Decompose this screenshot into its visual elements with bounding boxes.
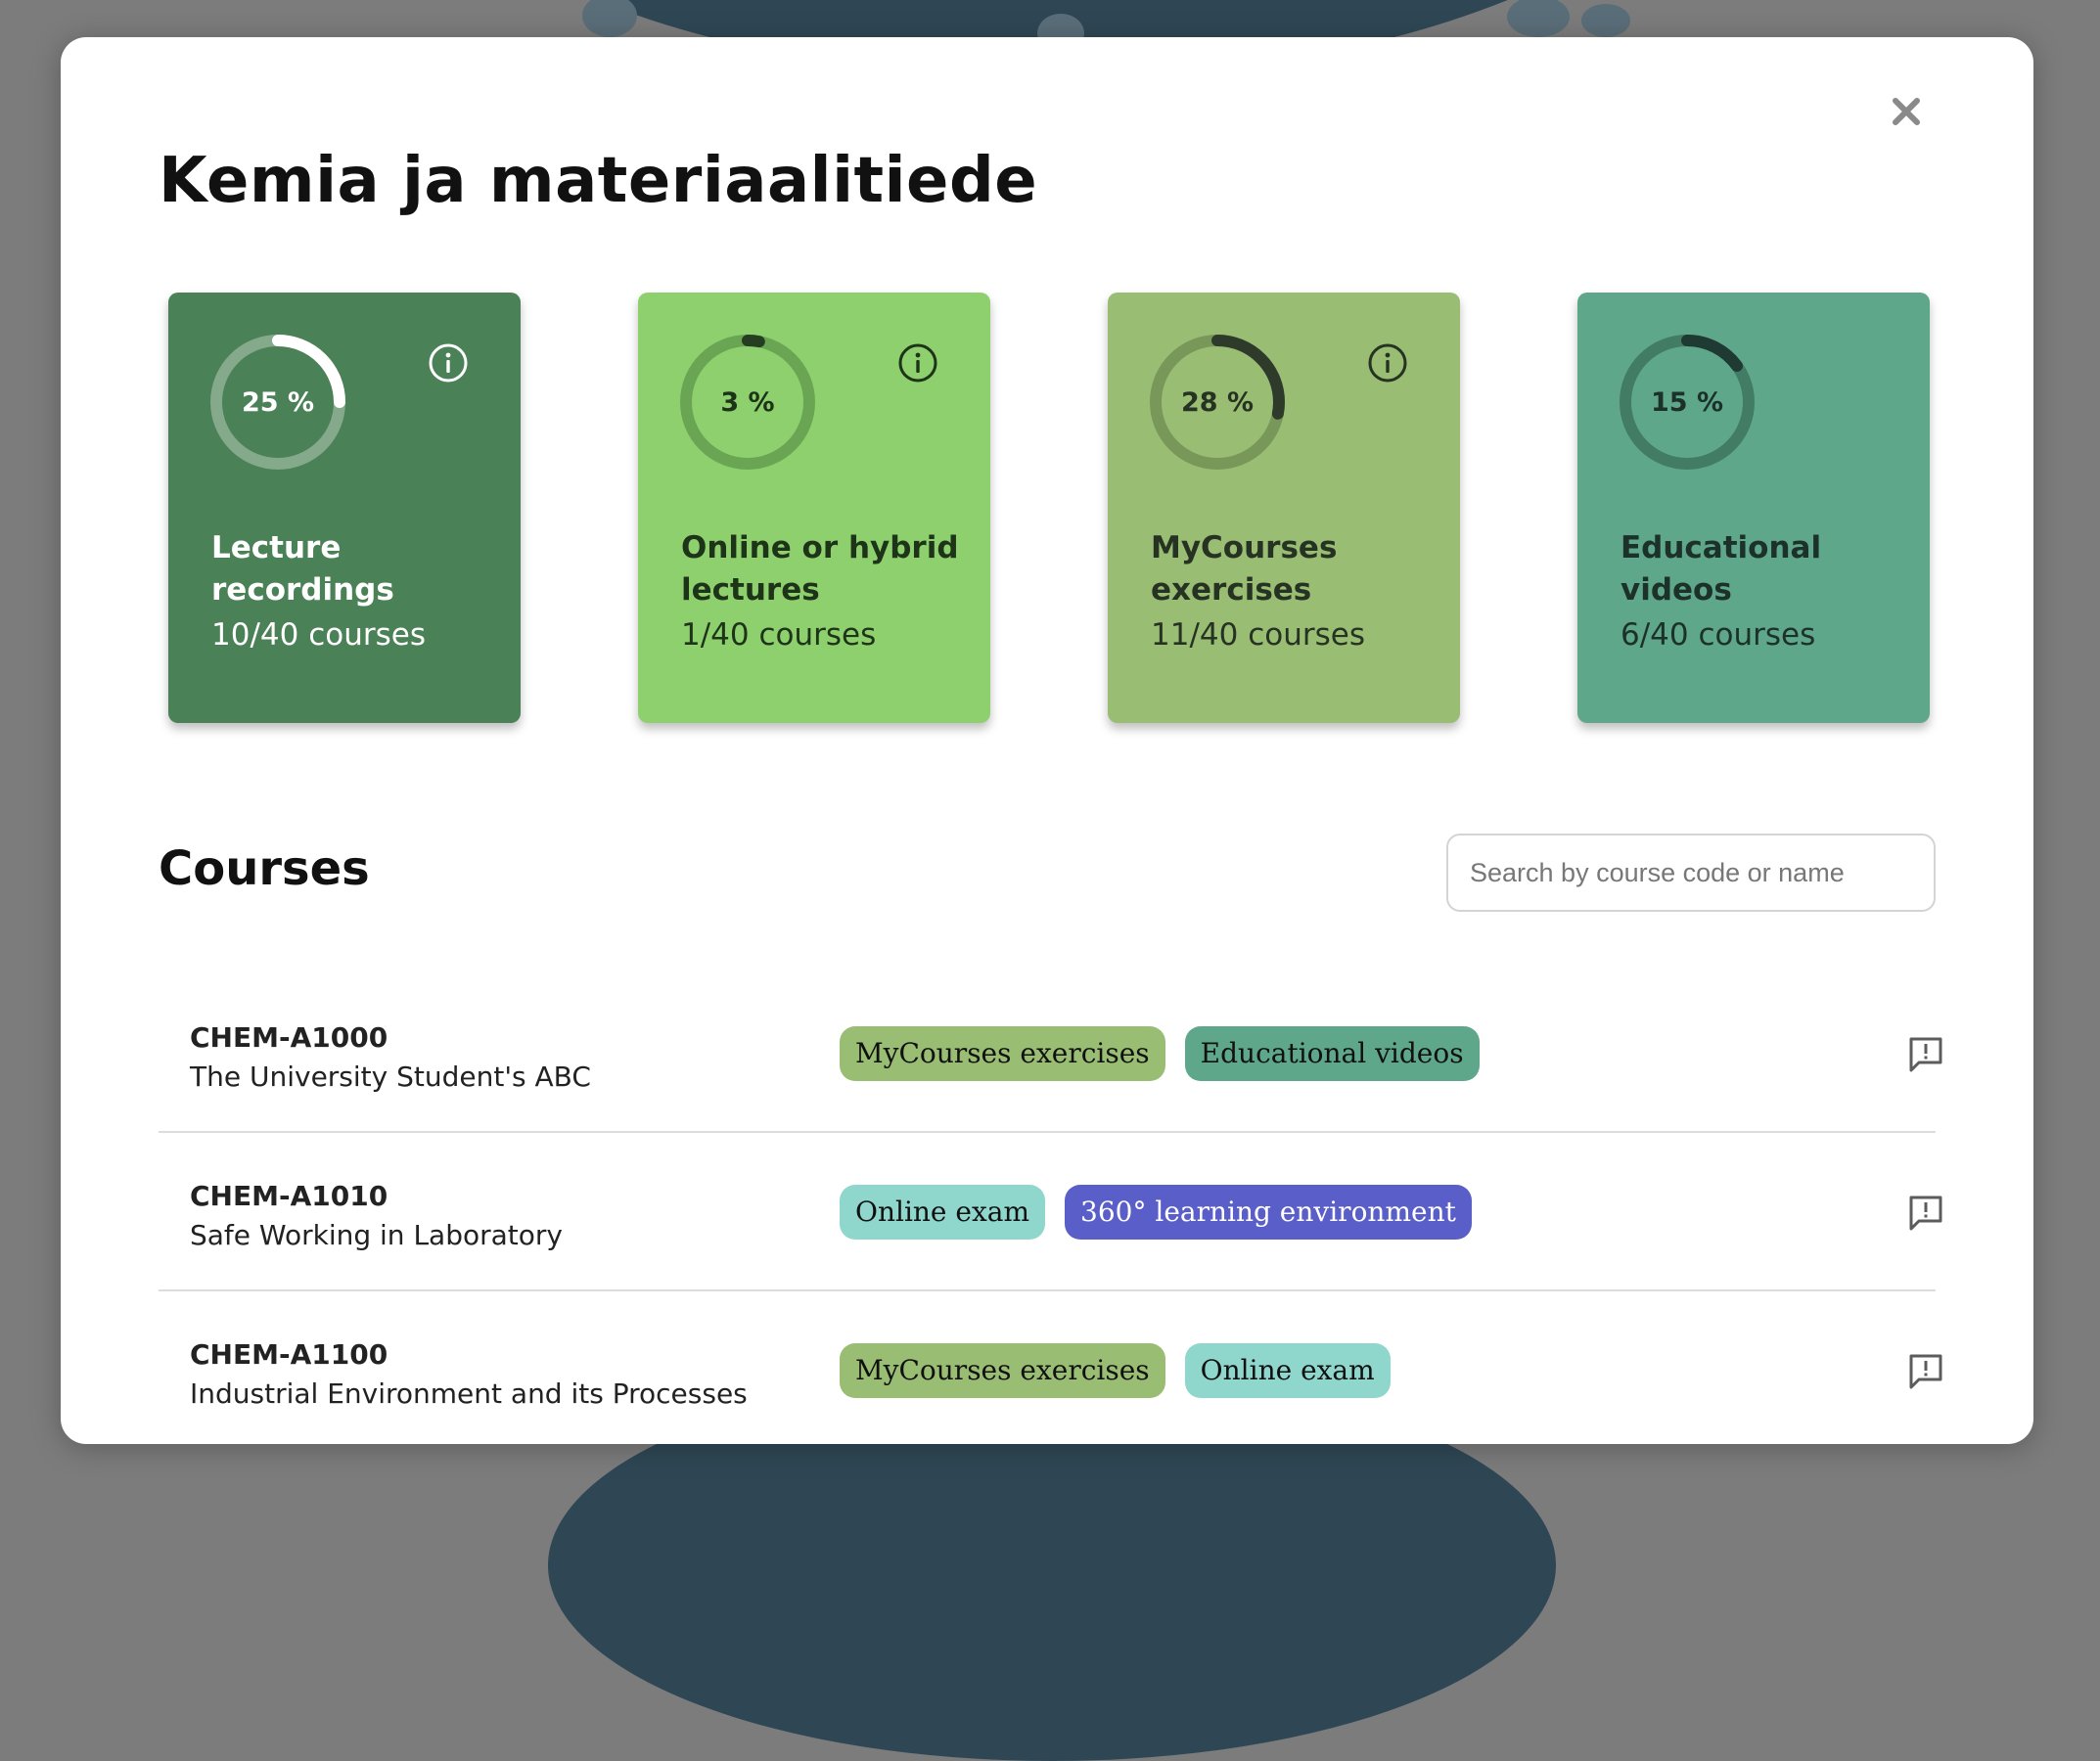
course-code: CHEM-A1100 xyxy=(190,1338,388,1371)
stat-card-online-or-hybrid-lectures: 3 % Online or hybrid lectures 1/40 courses xyxy=(638,293,990,723)
card-title: Online or hybrid lectures xyxy=(681,530,959,608)
course-tags: MyCourses exercises Educational videos xyxy=(840,1026,1480,1081)
card-course-count: 6/40 courses xyxy=(1621,617,1816,653)
course-code: CHEM-A1000 xyxy=(190,1021,388,1054)
feedback-icon[interactable] xyxy=(1904,1350,1947,1393)
stat-card-educational-videos: 15 % Educational videos 6/40 courses xyxy=(1577,293,1930,723)
stat-card-lecture-recordings: 25 % Lecture recordings 10/40 courses xyxy=(168,293,521,723)
courses-heading: Courses xyxy=(159,841,370,896)
course-tag: MyCourses exercises xyxy=(840,1343,1165,1398)
card-course-count: 11/40 courses xyxy=(1151,617,1365,653)
course-name: Industrial Environment and its Processes xyxy=(190,1377,748,1410)
background-dot xyxy=(1581,4,1630,37)
feedback-icon[interactable] xyxy=(1904,1192,1947,1235)
card-title: Educational videos xyxy=(1621,530,1822,608)
card-course-count: 10/40 courses xyxy=(211,617,426,653)
course-name: The University Student's ABC xyxy=(190,1061,591,1093)
feedback-icon[interactable] xyxy=(1904,1033,1947,1076)
card-title: Lecture recordings xyxy=(211,530,394,608)
close-button[interactable] xyxy=(1883,88,1930,135)
progress-percentage: 15 % xyxy=(1650,386,1724,418)
progress-percentage: 25 % xyxy=(241,386,315,418)
dialog-title: Kemia ja materiaalitiede xyxy=(159,145,1038,217)
card-title: MyCourses exercises xyxy=(1151,530,1338,608)
course-tag: Online exam xyxy=(1184,1343,1391,1398)
progress-percentage: 28 % xyxy=(1180,386,1255,418)
course-search-input[interactable] xyxy=(1446,834,1936,912)
close-icon xyxy=(1893,98,1920,125)
course-code: CHEM-A1010 xyxy=(190,1180,388,1212)
progress-percentage: 3 % xyxy=(720,386,775,418)
course-row: CHEM-A1100 Industrial Environment and its… xyxy=(159,1289,1942,1444)
course-name: Safe Working in Laboratory xyxy=(190,1219,563,1251)
course-tag: Online exam xyxy=(840,1185,1046,1240)
background-dot xyxy=(582,0,637,37)
course-row: CHEM-A1010 Safe Working in Laboratory Onli… xyxy=(159,1131,1942,1291)
info-icon[interactable] xyxy=(1366,341,1409,384)
course-tag: MyCourses exercises xyxy=(840,1026,1165,1081)
course-tag: 360° learning environment xyxy=(1065,1185,1472,1240)
info-icon[interactable] xyxy=(427,341,470,384)
department-dialog: Kemia ja materiaalitiede 25 % Lecture rec… xyxy=(61,37,2033,1444)
course-row: CHEM-A1000 The University Student's ABC My… xyxy=(159,972,1942,1133)
background-dot xyxy=(1507,0,1570,37)
course-tag: Educational videos xyxy=(1184,1026,1480,1081)
info-icon[interactable] xyxy=(896,341,939,384)
card-course-count: 1/40 courses xyxy=(681,617,877,653)
course-tags: MyCourses exercises Online exam xyxy=(840,1343,1391,1398)
stat-card-mycourses-exercises: 28 % MyCourses exercises 11/40 courses xyxy=(1108,293,1460,723)
course-tags: Online exam 360° learning environment xyxy=(840,1185,1472,1240)
